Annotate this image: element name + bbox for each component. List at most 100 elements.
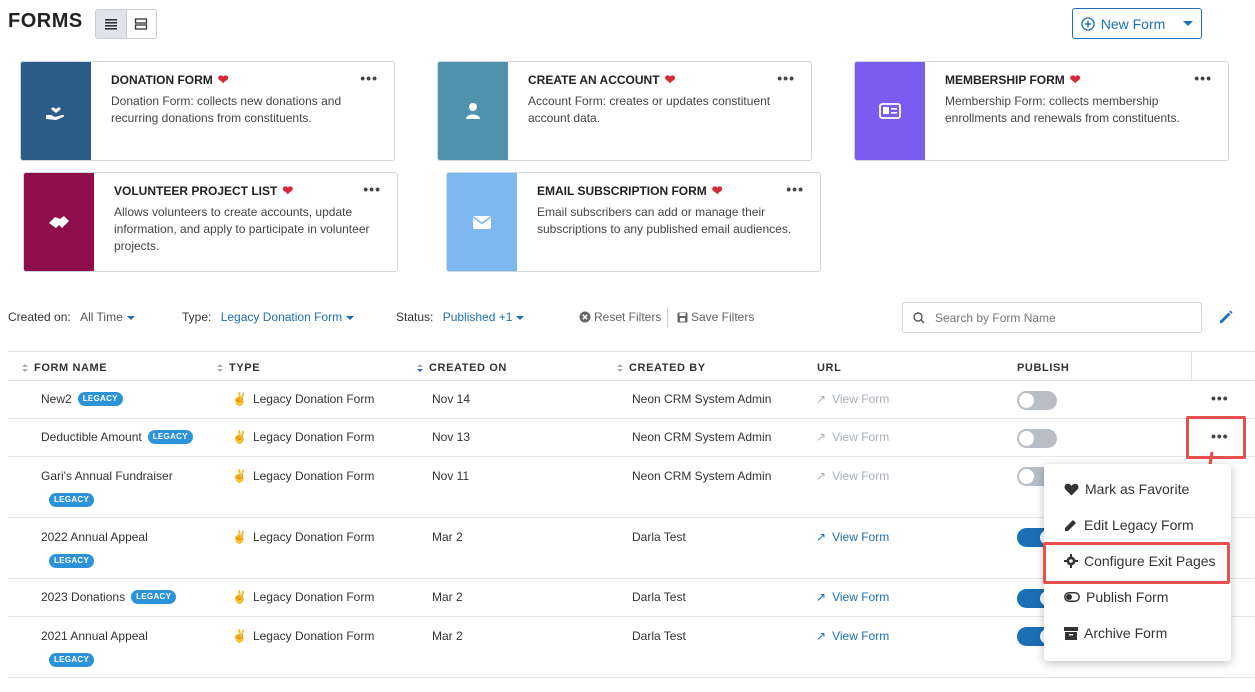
plus-circle-icon <box>1081 16 1095 31</box>
search-box <box>902 302 1202 333</box>
list-view-button[interactable] <box>96 10 127 38</box>
menu-item-label: Archive Form <box>1084 625 1168 641</box>
edit-columns-button[interactable] <box>1218 309 1234 328</box>
form-type: Legacy Donation Form <box>252 430 375 444</box>
menu-item-publish-form[interactable]: Publish Form <box>1044 582 1231 612</box>
archive-icon <box>1064 626 1078 640</box>
card-icon <box>135 18 148 30</box>
external-link-icon: ↗ <box>816 392 827 406</box>
menu-item-edit-legacy-form[interactable]: Edit Legacy Form <box>1044 510 1231 540</box>
more-options-icon[interactable]: ••• <box>1194 70 1212 86</box>
table-row[interactable]: Deductible Amount LEGACY ✌ Legacy Donation… <box>8 419 1255 457</box>
reset-filters-button[interactable]: Reset Filters <box>579 310 661 324</box>
more-options-icon[interactable]: ••• <box>786 181 804 197</box>
menu-item-label: Edit Legacy Form <box>1084 517 1194 533</box>
form-name[interactable]: Deductible Amount <box>41 430 142 444</box>
form-type: Legacy Donation Form <box>252 590 375 604</box>
form-type: Legacy Donation Form <box>252 469 375 483</box>
heart-icon[interactable]: ❤ <box>218 72 229 88</box>
handshake-icon <box>49 216 69 228</box>
card-donation-form[interactable]: DONATION FORM ❤ Donation Form: collects n… <box>20 61 395 161</box>
more-options-icon[interactable]: ••• <box>777 70 795 86</box>
column-header-type[interactable]: TYPE <box>217 362 260 374</box>
menu-item-mark-favorite[interactable]: Mark as Favorite <box>1044 474 1231 504</box>
hand-heart-icon <box>46 107 65 120</box>
view-form-link[interactable]: ↗ View Form <box>816 629 889 643</box>
heart-icon[interactable]: ❤ <box>665 72 676 88</box>
created-by: Neon CRM System Admin <box>632 469 772 483</box>
view-form-link[interactable]: ↗ View Form <box>816 530 889 544</box>
row-actions-icon[interactable]: ••• <box>1211 390 1229 406</box>
form-name[interactable]: 2023 Donations <box>41 590 125 604</box>
column-divider <box>1191 352 1192 382</box>
status-filter[interactable]: Status: Published +1 <box>396 310 525 324</box>
menu-item-label: Mark as Favorite <box>1085 481 1190 497</box>
card-membership-form[interactable]: MEMBERSHIP FORM ❤ Membership Form: collec… <box>854 61 1229 161</box>
legacy-badge: LEGACY <box>77 392 123 406</box>
created-on: Nov 11 <box>432 469 470 483</box>
external-link-icon: ↗ <box>816 469 827 483</box>
column-header-created-by[interactable]: CREATED BY <box>617 362 706 374</box>
table-row[interactable]: New2 LEGACY ✌ Legacy Donation Form Nov 14 … <box>8 381 1255 419</box>
form-name[interactable]: 2021 Annual Appeal <box>41 629 148 643</box>
created-by: Darla Test <box>632 530 686 544</box>
more-options-icon[interactable]: ••• <box>363 181 381 197</box>
sort-icon <box>417 364 423 372</box>
card-title: MEMBERSHIP FORM <box>945 73 1065 87</box>
menu-item-archive-form[interactable]: Archive Form <box>1044 618 1231 648</box>
hand-heart-icon: ✌ <box>232 430 247 444</box>
created-on-value: All Time <box>80 310 123 324</box>
legacy-badge: LEGACY <box>49 554 95 568</box>
column-header-publish: PUBLISH <box>1017 362 1070 374</box>
card-swatch <box>438 62 508 160</box>
column-header-created-on[interactable]: CREATED ON <box>417 362 507 374</box>
card-description: Account Form: creates or updates constit… <box>528 94 771 125</box>
created-on-filter[interactable]: Created on: All Time <box>8 310 135 324</box>
heart-icon <box>1064 483 1079 495</box>
heart-icon[interactable]: ❤ <box>1070 72 1081 88</box>
column-header-form-name[interactable]: FORM NAME <box>22 362 107 374</box>
card-create-account[interactable]: CREATE AN ACCOUNT ❤ Account Form: creates… <box>437 61 812 161</box>
filter-bar: Created on: All Time Type: Legacy Donati… <box>0 302 1255 333</box>
form-name[interactable]: 2022 Annual Appeal <box>41 530 148 544</box>
pencil-icon <box>1220 310 1233 323</box>
annotation-highlight <box>1043 542 1230 584</box>
card-swatch <box>21 62 91 160</box>
publish-toggle[interactable] <box>1017 391 1057 410</box>
new-form-label: New Form <box>1100 15 1166 32</box>
list-icon <box>104 19 117 30</box>
card-swatch <box>24 173 94 271</box>
card-description: Allows volunteers to create accounts, up… <box>114 205 370 253</box>
table-header: FORM NAME TYPE CREATED ON CREATED BY URL… <box>8 351 1255 382</box>
card-title: VOLUNTEER PROJECT LIST <box>114 184 278 198</box>
form-type: Legacy Donation Form <box>252 530 375 544</box>
heart-icon[interactable]: ❤ <box>712 183 723 199</box>
publish-toggle[interactable] <box>1017 429 1057 448</box>
created-on: Nov 13 <box>432 430 471 444</box>
heart-icon[interactable]: ❤ <box>282 183 293 199</box>
sort-icon <box>22 364 28 372</box>
more-options-icon[interactable]: ••• <box>360 70 378 86</box>
form-name[interactable]: New2 <box>41 392 72 406</box>
type-label: Type: <box>182 310 212 324</box>
view-form-link[interactable]: ↗ View Form <box>816 590 889 604</box>
card-swatch <box>447 173 517 271</box>
hand-heart-icon: ✌ <box>232 392 247 406</box>
save-icon <box>677 312 688 322</box>
save-filters-button[interactable]: Save Filters <box>677 310 754 324</box>
card-volunteer-project-list[interactable]: VOLUNTEER PROJECT LIST ❤ Allows volunteer… <box>23 172 398 272</box>
card-view-button[interactable] <box>127 10 157 38</box>
new-form-button[interactable]: New Form <box>1072 8 1202 39</box>
card-title: DONATION FORM <box>111 73 213 87</box>
card-description: Membership Form: collects membership enr… <box>945 94 1180 125</box>
search-input[interactable] <box>935 310 1185 325</box>
legacy-badge: LEGACY <box>49 493 95 507</box>
form-name[interactable]: Gari's Annual Fundraiser <box>41 469 173 483</box>
envelope-icon <box>473 215 491 229</box>
id-card-icon <box>879 103 901 119</box>
card-title: CREATE AN ACCOUNT <box>528 73 660 87</box>
created-by: Neon CRM System Admin <box>632 430 772 444</box>
page-title: FORMS <box>8 10 83 32</box>
type-filter[interactable]: Type: Legacy Donation Form <box>182 310 355 324</box>
card-email-subscription-form[interactable]: EMAIL SUBSCRIPTION FORM ❤ Email subscribe… <box>446 172 821 272</box>
